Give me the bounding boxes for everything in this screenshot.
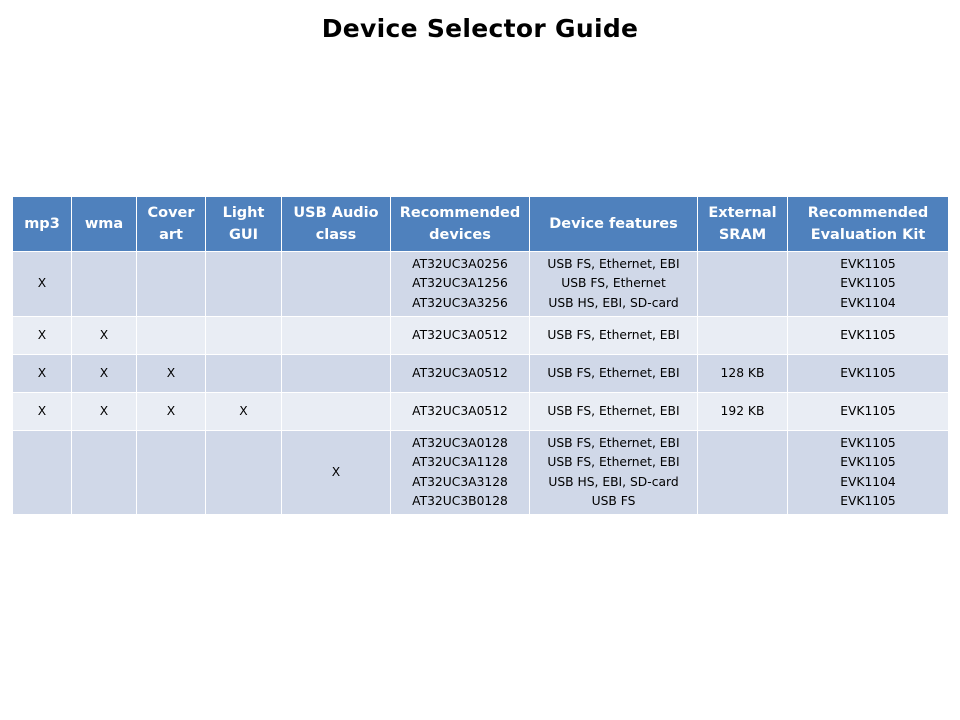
table-row: X AT32UC3A0128 AT32UC3A1128 AT32UC3A3128 AT3… (12, 430, 949, 515)
cell-evaluation-kit: EVK1105 (787, 316, 949, 355)
cell-light-gui (205, 316, 282, 355)
cell-cover-art (136, 430, 206, 515)
cell-recommended-devices: AT32UC3A0128 AT32UC3A1128 AT32UC3A3128 AT32… (390, 430, 530, 515)
cell-device-features: USB FS, Ethernet, EBI USB FS, Ethernet USB… (529, 251, 698, 317)
cell-cover-art (136, 251, 206, 317)
col-header-external-sram: External SRAM (697, 196, 788, 252)
cell-usb-audio (281, 392, 391, 431)
cell-wma: X (71, 392, 137, 431)
device-selector-table: mp3 wma Cover art Light GUI USB Audio class Reco… (12, 196, 949, 515)
cell-usb-audio (281, 316, 391, 355)
cell-wma: X (71, 354, 137, 393)
cell-external-sram (697, 430, 788, 515)
cell-device-features: USB FS, Ethernet, EBI (529, 316, 698, 355)
cell-evaluation-kit: EVK1105 (787, 392, 949, 431)
cell-mp3: X (12, 316, 72, 355)
col-header-cover-art: Cover art (136, 196, 206, 252)
cell-mp3 (12, 430, 72, 515)
cell-wma (71, 430, 137, 515)
col-header-usb-audio: USB Audio class (281, 196, 391, 252)
cell-external-sram (697, 251, 788, 317)
cell-light-gui: X (205, 392, 282, 431)
cell-evaluation-kit: EVK1105 EVK1105 EVK1104 EVK1105 (787, 430, 949, 515)
cell-device-features: USB FS, Ethernet, EBI (529, 354, 698, 393)
cell-external-sram: 192 KB (697, 392, 788, 431)
col-header-wma: wma (71, 196, 137, 252)
cell-mp3: X (12, 392, 72, 431)
cell-wma (71, 251, 137, 317)
col-header-mp3: mp3 (12, 196, 72, 252)
cell-wma: X (71, 316, 137, 355)
cell-usb-audio: X (281, 430, 391, 515)
col-header-evaluation-kit: Recommended Evaluation Kit (787, 196, 949, 252)
cell-external-sram: 128 KB (697, 354, 788, 393)
cell-cover-art: X (136, 354, 206, 393)
table-row: X X X AT32UC3A0512 USB FS, Ethernet, EBI 128 … (12, 354, 949, 393)
col-header-recommended-devices: Recommended devices (390, 196, 530, 252)
cell-evaluation-kit: EVK1105 EVK1105 EVK1104 (787, 251, 949, 317)
cell-recommended-devices: AT32UC3A0512 (390, 392, 530, 431)
cell-recommended-devices: AT32UC3A0512 (390, 354, 530, 393)
cell-device-features: USB FS, Ethernet, EBI USB FS, Ethernet, E… (529, 430, 698, 515)
cell-external-sram (697, 316, 788, 355)
cell-light-gui (205, 251, 282, 317)
table-row: X X X X AT32UC3A0512 USB FS, Ethernet, EBI 192… (12, 392, 949, 431)
cell-mp3: X (12, 354, 72, 393)
page-title: Device Selector Guide (321, 14, 639, 43)
cell-recommended-devices: AT32UC3A0512 (390, 316, 530, 355)
header-row: mp3 wma Cover art Light GUI USB Audio class Reco… (12, 196, 949, 252)
cell-usb-audio (281, 251, 391, 317)
cell-evaluation-kit: EVK1105 (787, 354, 949, 393)
cell-light-gui (205, 354, 282, 393)
cell-cover-art (136, 316, 206, 355)
col-header-light-gui: Light GUI (205, 196, 282, 252)
table-row: X X AT32UC3A0512 USB FS, Ethernet, EBI EVK11… (12, 316, 949, 355)
cell-device-features: USB FS, Ethernet, EBI (529, 392, 698, 431)
cell-light-gui (205, 430, 282, 515)
cell-cover-art: X (136, 392, 206, 431)
table-row: X AT32UC3A0256 AT32UC3A1256 AT32UC3A3256 USB… (12, 251, 949, 317)
col-header-device-features: Device features (529, 196, 698, 252)
cell-usb-audio (281, 354, 391, 393)
cell-mp3: X (12, 251, 72, 317)
cell-recommended-devices: AT32UC3A0256 AT32UC3A1256 AT32UC3A3256 (390, 251, 530, 317)
